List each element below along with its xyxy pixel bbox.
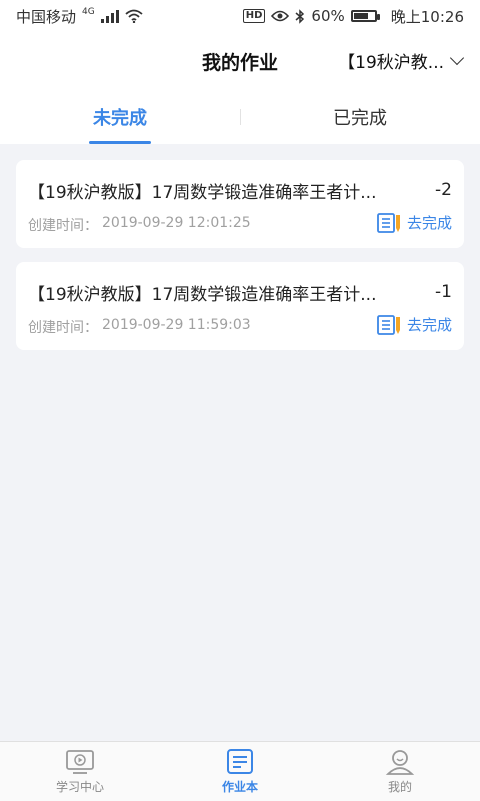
- tabbar-item-mine[interactable]: 我的: [320, 742, 480, 801]
- notebook-pencil-icon: [377, 314, 400, 335]
- hd-icon: HD: [242, 9, 266, 23]
- created-label: 创建时间：: [28, 218, 98, 234]
- nav-header: 我的作业 【19秋沪教...: [0, 32, 480, 90]
- homework-title: 【19秋沪教版】17周数学锻造准确率王者计...: [28, 285, 377, 305]
- homework-card[interactable]: 【19秋沪教版】17周数学锻造准确率王者计... -2 创建时间： 2019-0…: [16, 160, 464, 248]
- chevron-down-icon: [449, 50, 465, 66]
- tabbar-label: 学习中心: [55, 780, 104, 794]
- network-type: 4G: [82, 7, 95, 17]
- notes-icon: [227, 749, 253, 774]
- signal-icon: [100, 9, 119, 23]
- eye-icon: [271, 10, 290, 22]
- term-selector[interactable]: 【19秋沪教...: [338, 48, 465, 73]
- homework-created: 创建时间： 2019-09-29 11:59:03: [28, 317, 251, 337]
- user-icon: [385, 750, 415, 775]
- homework-list: 【19秋沪教版】17周数学锻造准确率王者计... -2 创建时间： 2019-0…: [16, 160, 464, 364]
- go-complete-label: 去完成: [406, 316, 452, 334]
- term-selector-label: 【19秋沪教...: [338, 53, 444, 73]
- wifi-icon: [125, 9, 143, 23]
- status-right: HD 60% 晚上10:26: [242, 6, 464, 27]
- tab-finished[interactable]: 已完成: [240, 90, 480, 144]
- page-title: 我的作业: [201, 51, 278, 74]
- go-complete-label: 去完成: [406, 214, 452, 232]
- status-bar: 中国移动 4G HD 60% 晚上10:26: [0, 0, 480, 32]
- tab-unfinished-label: 未完成: [93, 108, 147, 129]
- notebook-pencil-icon: [377, 212, 400, 233]
- homework-score: -2: [435, 180, 452, 200]
- tab-finished-label: 已完成: [333, 108, 387, 129]
- tabbar-label: 作业本: [221, 780, 258, 794]
- carrier-name: 中国移动: [16, 7, 77, 26]
- homework-score: -1: [435, 282, 452, 302]
- go-complete-button[interactable]: 去完成: [377, 212, 452, 233]
- status-tabs: 未完成 已完成: [0, 90, 480, 144]
- battery-icon: [350, 10, 380, 22]
- tabbar-label: 我的: [387, 780, 412, 794]
- homework-created: 创建时间： 2019-09-29 12:01:25: [28, 215, 251, 235]
- bluetooth-icon: [295, 8, 305, 24]
- created-time: 2019-09-29 12:01:25: [102, 215, 251, 231]
- homework-title: 【19秋沪教版】17周数学锻造准确率王者计...: [28, 183, 377, 203]
- homework-card[interactable]: 【19秋沪教版】17周数学锻造准确率王者计... -1 创建时间： 2019-0…: [16, 262, 464, 350]
- tabbar-item-learning-center[interactable]: 学习中心: [0, 742, 160, 801]
- clock: 晚上10:26: [390, 7, 464, 26]
- bottom-tab-bar: 学习中心 作业本 我的: [0, 741, 480, 801]
- tabbar-item-homework[interactable]: 作业本: [160, 742, 320, 801]
- video-screen-icon: [66, 750, 94, 774]
- battery-percent: 60%: [311, 7, 345, 25]
- status-left: 中国移动 4G: [16, 6, 143, 27]
- go-complete-button[interactable]: 去完成: [377, 314, 452, 335]
- created-label: 创建时间：: [28, 320, 98, 336]
- tab-unfinished[interactable]: 未完成: [0, 90, 240, 144]
- created-time: 2019-09-29 11:59:03: [102, 317, 251, 333]
